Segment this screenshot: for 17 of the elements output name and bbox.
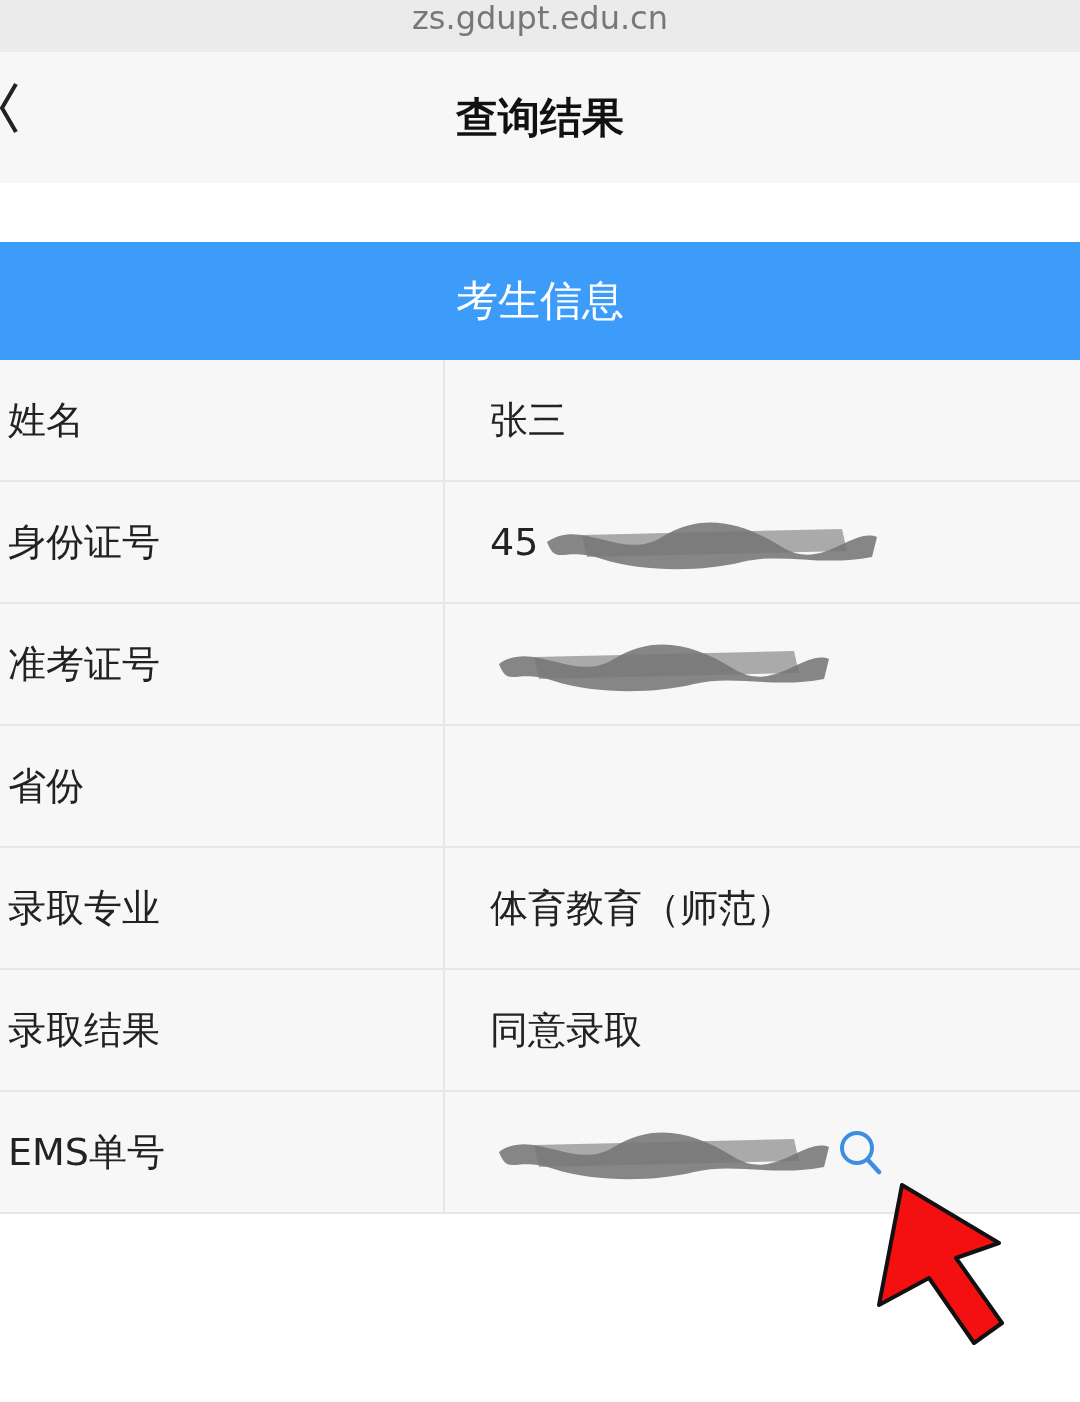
field-label: 录取专业 (8, 884, 160, 932)
field-value: 45 (490, 520, 539, 564)
field-value: 同意录取 (490, 1006, 642, 1054)
field-value: 体育教育（师范） (490, 884, 794, 932)
field-label: EMS单号 (8, 1128, 165, 1176)
field-label: 准考证号 (8, 640, 160, 688)
field-value: 张三 (490, 396, 566, 444)
page-title: 查询结果 (456, 91, 624, 144)
section-title: 考生信息 (456, 275, 624, 327)
field-label: 姓名 (8, 396, 84, 444)
back-icon[interactable] (0, 82, 18, 134)
search-icon[interactable] (838, 1129, 882, 1175)
field-label: 身份证号 (8, 518, 160, 566)
field-label: 录取结果 (8, 1006, 160, 1054)
url-text: zs.gdupt.edu.cn (412, 2, 668, 34)
field-label: 省份 (8, 762, 84, 810)
address-bar[interactable]: zs.gdupt.edu.cn (0, 0, 1080, 52)
